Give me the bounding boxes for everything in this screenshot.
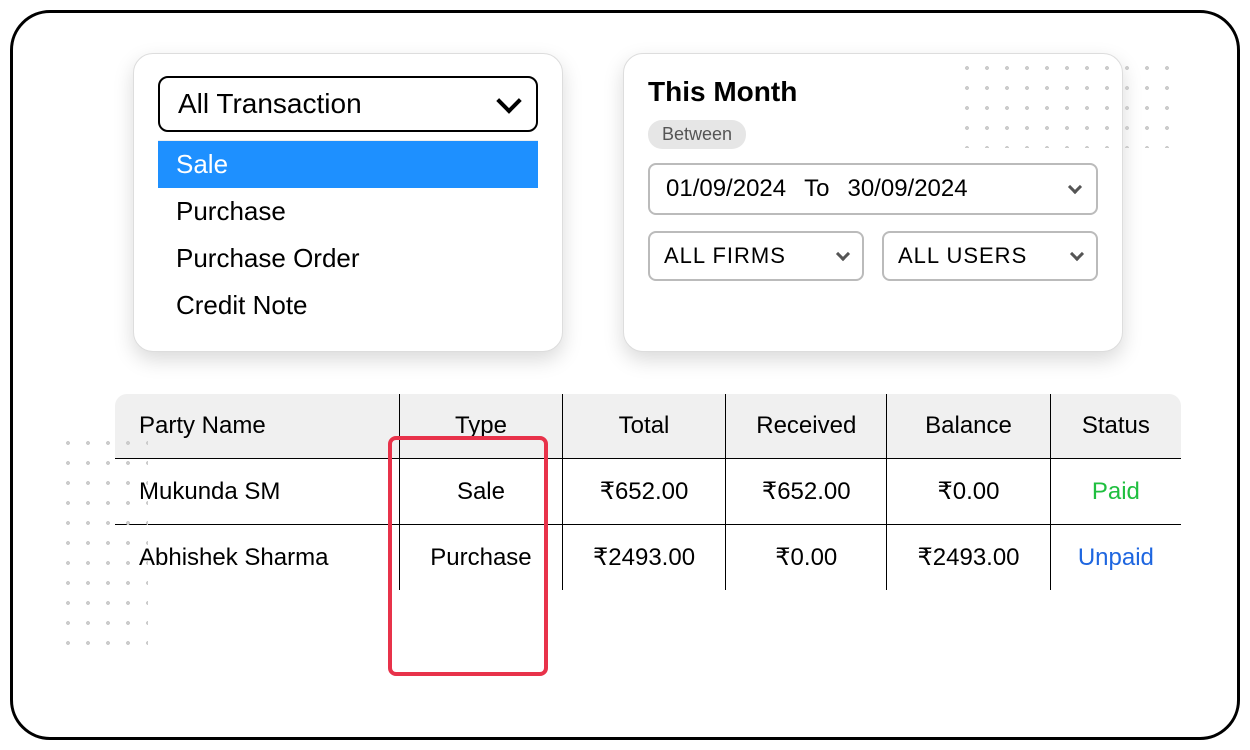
transaction-type-selected: All Transaction [178,88,362,120]
table-row[interactable]: Mukunda SMSale₹652.00₹652.00₹0.00Paid [114,459,1182,525]
cell-received: ₹652.00 [726,459,887,525]
date-range-select[interactable]: 01/09/2024 To 30/09/2024 [648,163,1098,215]
col-balance: Balance [887,393,1050,459]
date-filter-card: This Month Between 01/09/2024 To 30/09/2… [623,53,1123,352]
table-row[interactable]: Abhishek SharmaPurchase₹2493.00₹0.00₹249… [114,525,1182,592]
table-body: Mukunda SMSale₹652.00₹652.00₹0.00PaidAbh… [114,459,1182,592]
cell-balance: ₹0.00 [887,459,1050,525]
cell-total: ₹652.00 [562,459,725,525]
cell-status: Unpaid [1050,525,1182,592]
cell-type: Purchase [400,525,563,592]
users-select[interactable]: ALL USERS [882,231,1098,281]
chevron-down-icon [496,88,521,113]
transaction-option-purchase[interactable]: Purchase [158,188,538,235]
date-to-word: To [804,175,829,203]
transaction-type-select[interactable]: All Transaction [158,76,538,132]
date-filter-title: This Month [648,76,1098,108]
transaction-option-credit-note[interactable]: Credit Note [158,282,538,329]
transaction-option-purchase-order[interactable]: Purchase Order [158,235,538,282]
users-label: ALL USERS [898,243,1027,269]
firms-select[interactable]: ALL FIRMS [648,231,864,281]
between-badge: Between [648,120,746,149]
transactions-table: Party Name Type Total Received Balance S… [113,392,1183,592]
cell-type: Sale [400,459,563,525]
col-total: Total [562,393,725,459]
col-received: Received [726,393,887,459]
chevron-down-icon [836,247,850,261]
transaction-filter-card: All Transaction Sale Purchase Purchase O… [133,53,563,352]
chevron-down-icon [1070,247,1084,261]
cell-balance: ₹2493.00 [887,525,1050,592]
transaction-type-dropdown: Sale Purchase Purchase Order Credit Note [158,140,538,329]
col-status: Status [1050,393,1182,459]
app-frame: All Transaction Sale Purchase Purchase O… [10,10,1240,740]
chevron-down-icon [1068,180,1082,194]
date-from: 01/09/2024 [666,175,786,203]
cell-status: Paid [1050,459,1182,525]
date-to: 30/09/2024 [847,175,967,203]
cell-party: Mukunda SM [114,459,400,525]
col-party: Party Name [114,393,400,459]
cell-party: Abhishek Sharma [114,525,400,592]
transactions-table-wrap: Party Name Type Total Received Balance S… [113,392,1187,592]
col-type: Type [400,393,563,459]
firms-label: ALL FIRMS [664,243,786,269]
cell-total: ₹2493.00 [562,525,725,592]
transaction-option-sale[interactable]: Sale [158,141,538,188]
table-header-row: Party Name Type Total Received Balance S… [114,393,1182,459]
cell-received: ₹0.00 [726,525,887,592]
